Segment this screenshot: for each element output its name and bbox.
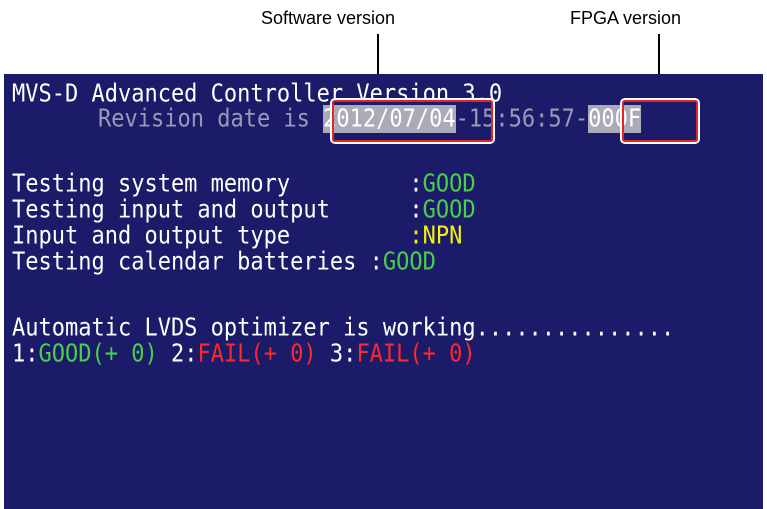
test-separator: : bbox=[369, 248, 383, 276]
lvds-index: 2: bbox=[157, 340, 198, 368]
lvds-results: 1:GOOD(+ 0) 2:FAIL(+ 0) 3:FAIL(+ 0) bbox=[12, 340, 476, 369]
test-status: GOOD bbox=[422, 170, 476, 198]
lvds-index: 1: bbox=[12, 340, 39, 368]
test-separator: : bbox=[409, 222, 423, 250]
test-row-io: Testing input and output :GOOD bbox=[12, 196, 476, 225]
lvds-status: FAIL bbox=[356, 340, 410, 368]
software-version-callout: Software version bbox=[261, 8, 396, 28]
lvds-status: FAIL bbox=[197, 340, 251, 368]
optimizer-line: Automatic LVDS optimizer is working.....… bbox=[12, 314, 675, 342]
test-label: Testing calendar batteries bbox=[12, 248, 370, 276]
test-separator: : bbox=[409, 196, 423, 224]
fpga-version-highlight bbox=[622, 100, 698, 142]
software-version-highlight bbox=[332, 100, 493, 142]
lvds-offset: (+ 0) bbox=[91, 340, 158, 368]
test-status: NPN bbox=[422, 222, 463, 250]
test-status: GOOD bbox=[382, 248, 436, 276]
test-row-calendar: Testing calendar batteries :GOOD bbox=[12, 248, 436, 277]
test-label: Input and output type bbox=[12, 222, 410, 250]
test-label: Testing input and output bbox=[12, 196, 410, 224]
test-label: Testing system memory bbox=[12, 170, 410, 198]
test-status: GOOD bbox=[422, 196, 476, 224]
test-separator: : bbox=[409, 170, 423, 198]
fpga-version-callout: FPGA version bbox=[570, 8, 682, 28]
test-row-memory: Testing system memory :GOOD bbox=[12, 170, 476, 199]
revision-prefix: Revision date is bbox=[98, 105, 324, 133]
lvds-index: 3: bbox=[316, 340, 357, 368]
lvds-offset: (+ 0) bbox=[409, 340, 476, 368]
test-row-io-type: Input and output type :NPN bbox=[12, 222, 462, 251]
lvds-status: GOOD bbox=[38, 340, 92, 368]
lvds-offset: (+ 0) bbox=[250, 340, 317, 368]
